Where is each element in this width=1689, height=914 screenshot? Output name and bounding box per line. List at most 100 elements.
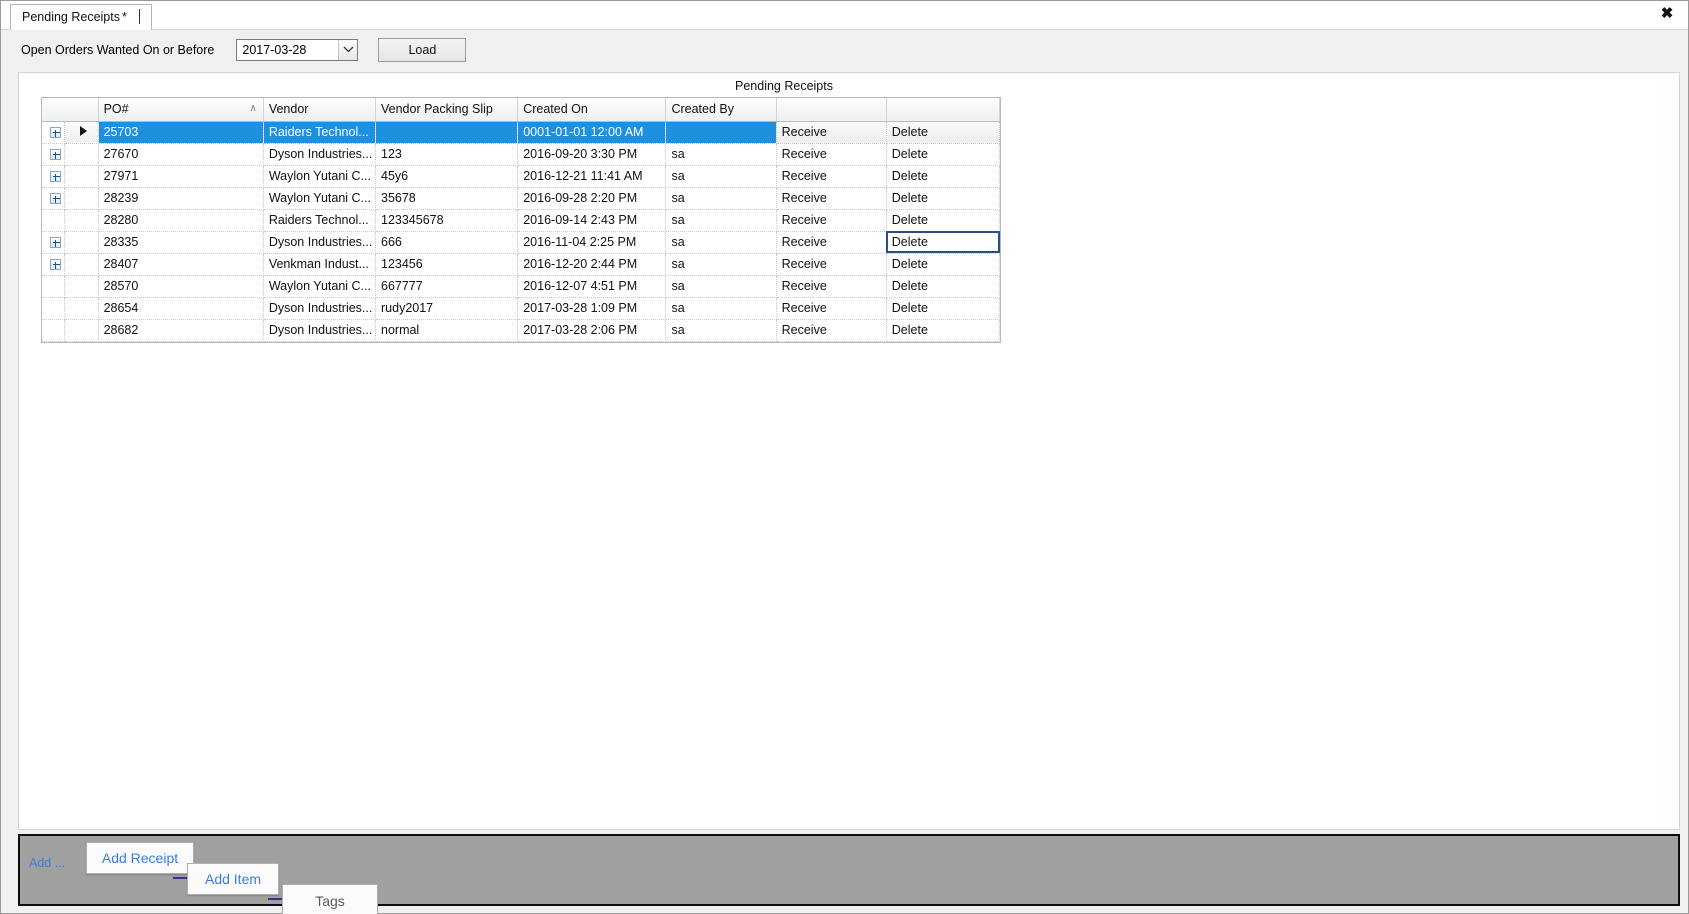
cell-po[interactable]: 28280 — [98, 209, 264, 232]
receive-button[interactable]: Receive — [776, 275, 887, 298]
row-header-cell[interactable] — [64, 275, 99, 298]
cell-created_by[interactable]: sa — [665, 231, 777, 254]
add-menu-label[interactable]: Add ... — [29, 856, 65, 870]
table-row[interactable]: 28407 Venkman Indust... 123456 2016-12-20 2… — [42, 253, 1001, 276]
table-row[interactable]: 28654 Dyson Industries... rudy2017 2017-03-… — [42, 297, 1001, 320]
chevron-down-icon[interactable] — [338, 39, 358, 60]
cell-po[interactable]: 28570 — [98, 275, 264, 298]
row-header-cell[interactable] — [64, 231, 99, 254]
column-header-created-by[interactable]: Created By — [665, 98, 777, 122]
cell-created_by[interactable] — [665, 121, 777, 144]
row-header-cell[interactable] — [64, 143, 99, 166]
table-row[interactable]: 28280 Raiders Technol... 123345678 2016-09-… — [42, 209, 1001, 232]
receive-button[interactable]: Receive — [776, 253, 887, 276]
tab-pending-receipts[interactable]: Pending Receipts * — [10, 4, 153, 30]
row-expand-icon[interactable] — [42, 143, 65, 166]
row-expand-icon[interactable] — [42, 187, 65, 210]
cell-slip[interactable]: 45y6 — [375, 165, 519, 188]
table-row[interactable]: 28239 Waylon Yutani C... 35678 2016-09-28 2… — [42, 187, 1001, 210]
cell-created_by[interactable]: sa — [665, 253, 777, 276]
cell-created_by[interactable]: sa — [665, 187, 777, 210]
cell-created_on[interactable]: 2017-03-28 2:06 PM — [517, 319, 667, 342]
add-item-button[interactable]: Add Item — [187, 863, 279, 895]
cell-po[interactable]: 28239 — [98, 187, 264, 210]
cell-slip[interactable] — [375, 121, 519, 144]
row-header-cell[interactable] — [64, 209, 99, 232]
cell-slip[interactable]: 666 — [375, 231, 519, 254]
cell-vendor[interactable]: Dyson Industries... — [263, 231, 377, 254]
cell-vendor[interactable]: Dyson Industries... — [263, 297, 377, 320]
cell-created_on[interactable]: 2016-12-20 2:44 PM — [517, 253, 667, 276]
cell-created_on[interactable]: 2016-12-07 4:51 PM — [517, 275, 667, 298]
cell-slip[interactable]: normal — [375, 319, 519, 342]
cell-created_on[interactable]: 2016-09-20 3:30 PM — [517, 143, 667, 166]
table-row[interactable]: 28335 Dyson Industries... 666 2016-11-04 2:… — [42, 231, 1001, 254]
delete-button[interactable]: Delete — [886, 275, 1001, 298]
row-expand-icon[interactable] — [42, 253, 65, 276]
cell-created_on[interactable]: 2016-09-14 2:43 PM — [517, 209, 667, 232]
cell-vendor[interactable]: Venkman Indust... — [263, 253, 377, 276]
cell-slip[interactable]: 123345678 — [375, 209, 519, 232]
cell-created_on[interactable]: 2016-09-28 2:20 PM — [517, 187, 667, 210]
cell-po[interactable]: 27971 — [98, 165, 264, 188]
close-icon[interactable]: ✖ — [1656, 3, 1678, 25]
receive-button[interactable]: Receive — [776, 187, 887, 210]
table-row[interactable]: 25703 Raiders Technol... 0001-01-01 12:00 … — [42, 121, 1001, 144]
row-header-cell[interactable] — [64, 253, 99, 276]
receive-button[interactable]: Receive — [776, 121, 887, 144]
cell-created_by[interactable]: sa — [665, 275, 777, 298]
cell-vendor[interactable]: Waylon Yutani C... — [263, 275, 377, 298]
row-header-cell[interactable] — [64, 319, 99, 342]
cell-created_on[interactable]: 2016-12-21 11:41 AM — [517, 165, 667, 188]
cell-created_by[interactable]: sa — [665, 297, 777, 320]
delete-button[interactable]: Delete — [886, 209, 1001, 232]
table-row[interactable]: 28682 Dyson Industries... normal 2017-03-28… — [42, 319, 1001, 342]
row-header-cell[interactable] — [64, 121, 99, 144]
cell-vendor[interactable]: Dyson Industries... — [263, 319, 377, 342]
row-expand-icon[interactable] — [42, 121, 65, 144]
delete-button[interactable]: Delete — [886, 143, 1001, 166]
delete-button[interactable]: Delete — [886, 187, 1001, 210]
row-expand-icon[interactable] — [42, 231, 65, 254]
column-header-vendor-packing-slip[interactable]: Vendor Packing Slip — [375, 98, 519, 122]
delete-button[interactable]: Delete — [886, 121, 1001, 144]
cell-created_by[interactable]: sa — [665, 165, 777, 188]
load-button[interactable]: Load — [378, 37, 467, 62]
delete-button[interactable]: Delete — [886, 165, 1001, 188]
receive-button[interactable]: Receive — [776, 319, 887, 342]
cell-slip[interactable]: 123 — [375, 143, 519, 166]
cell-po[interactable]: 25703 — [98, 121, 264, 144]
table-row[interactable]: 28570 Waylon Yutani C... 667777 2016-12-07 … — [42, 275, 1001, 298]
receive-button[interactable]: Receive — [776, 165, 887, 188]
column-header-po[interactable]: PO# ∧ — [98, 98, 264, 122]
receive-button[interactable]: Receive — [776, 231, 887, 254]
cell-slip[interactable]: 35678 — [375, 187, 519, 210]
cell-vendor[interactable]: Raiders Technol... — [263, 209, 377, 232]
pending-receipts-grid[interactable]: PO# ∧ Vendor Vendor Packing Slip Created… — [41, 97, 1001, 343]
wanted-date-combobox[interactable]: 2017-03-28 — [236, 38, 359, 61]
cell-vendor[interactable]: Waylon Yutani C... — [263, 165, 377, 188]
cell-created_on[interactable]: 2016-11-04 2:25 PM — [517, 231, 667, 254]
row-header-cell[interactable] — [64, 165, 99, 188]
column-header-created-on[interactable]: Created On — [517, 98, 667, 122]
cell-po[interactable]: 28407 — [98, 253, 264, 276]
cell-vendor[interactable]: Raiders Technol... — [263, 121, 377, 144]
cell-slip[interactable]: rudy2017 — [375, 297, 519, 320]
cell-slip[interactable]: 667777 — [375, 275, 519, 298]
receive-button[interactable]: Receive — [776, 143, 887, 166]
receive-button[interactable]: Receive — [776, 297, 887, 320]
column-header-receive[interactable] — [776, 98, 887, 122]
delete-button[interactable]: Delete — [886, 319, 1001, 342]
cell-po[interactable]: 28682 — [98, 319, 264, 342]
row-header-cell[interactable] — [64, 187, 99, 210]
cell-po[interactable]: 28654 — [98, 297, 264, 320]
delete-button[interactable]: Delete — [886, 253, 1001, 276]
add-receipt-button[interactable]: Add Receipt — [86, 842, 194, 874]
delete-button[interactable]: Delete — [886, 297, 1001, 320]
cell-created_by[interactable]: sa — [665, 143, 777, 166]
table-row[interactable]: 27670 Dyson Industries... 123 2016-09-20 3:… — [42, 143, 1001, 166]
table-row[interactable]: 27971 Waylon Yutani C... 45y6 2016-12-21 11… — [42, 165, 1001, 188]
cell-created_on[interactable]: 2017-03-28 1:09 PM — [517, 297, 667, 320]
cell-vendor[interactable]: Waylon Yutani C... — [263, 187, 377, 210]
cell-vendor[interactable]: Dyson Industries... — [263, 143, 377, 166]
